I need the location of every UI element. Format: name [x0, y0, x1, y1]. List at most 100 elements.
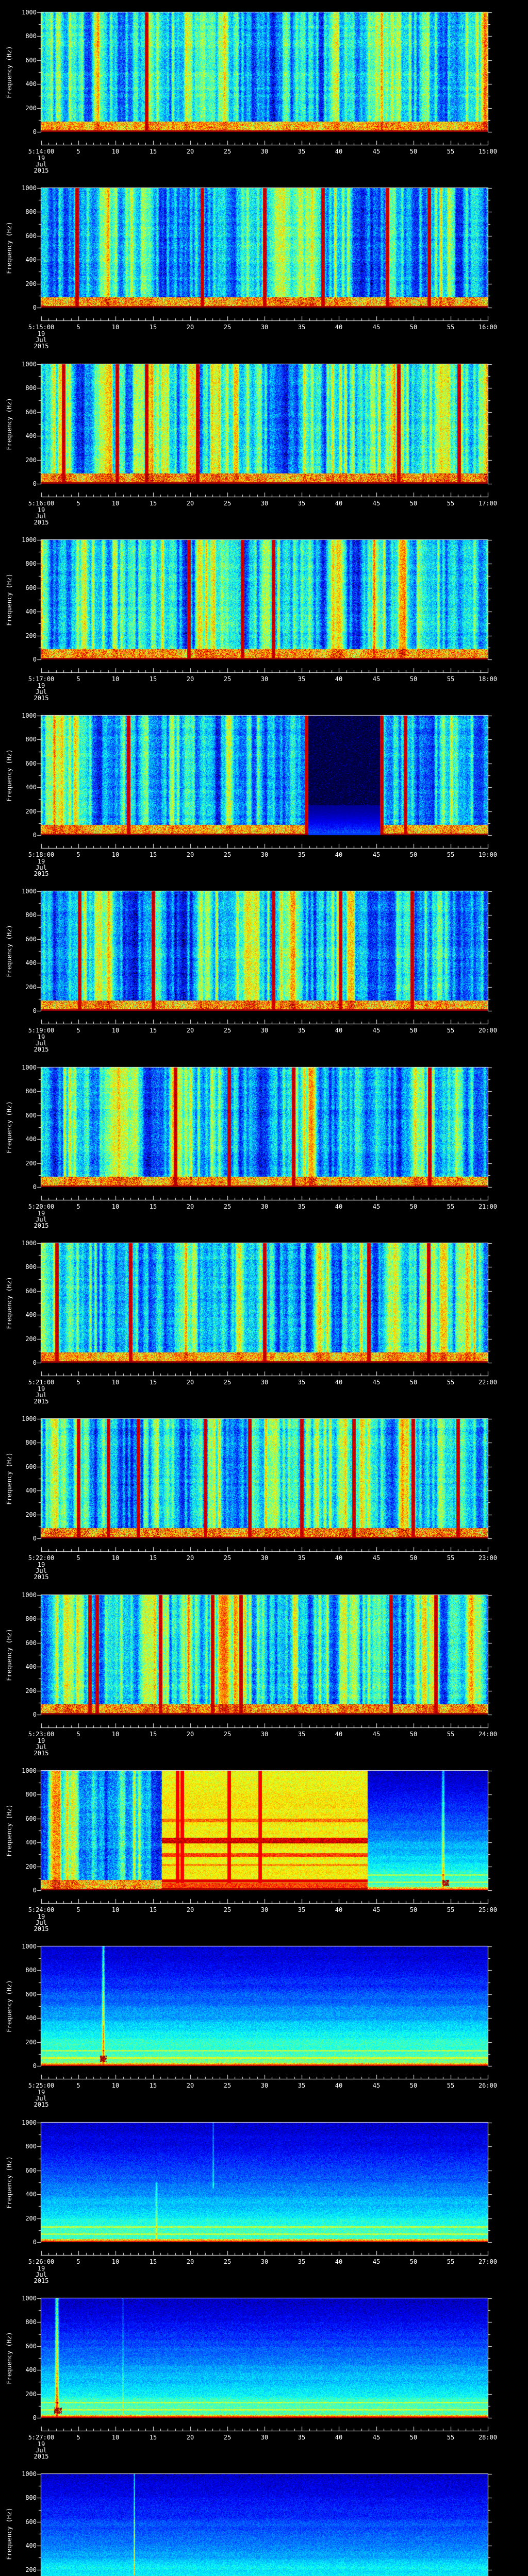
x-minute-label: 15 [150, 2434, 157, 2441]
x-end-time-label: 26:00 [478, 2082, 497, 2089]
x-start-time-label: 5:19:00 [28, 1027, 55, 1033]
date-year: 2015 [34, 1223, 49, 1229]
y-axis-title: Frequency (Hz) [6, 1277, 12, 1329]
x-minute-label: 5 [76, 2259, 80, 2265]
spectrogram-panel: 02004006008001000Frequency (Hz)5:27:0019… [0, 2286, 528, 2462]
y-tick-label: 0 [13, 1711, 37, 1718]
x-minute-label: 15 [150, 500, 157, 506]
y-tick-label: 200 [13, 105, 37, 111]
y-tick-label: 400 [13, 1487, 37, 1494]
date-year: 2015 [34, 695, 49, 701]
x-minute-label: 30 [261, 676, 268, 682]
x-minute-label: 55 [447, 148, 454, 155]
x-minute-label: 15 [150, 1731, 157, 1737]
x-minute-label: 40 [335, 1907, 342, 1913]
x-minute-label: 15 [150, 2082, 157, 2089]
y-tick-label: 400 [13, 2543, 37, 2549]
y-tick-label: 200 [13, 984, 37, 990]
spectrogram-panel: 02004006008001000Frequency (Hz)5:25:0019… [0, 1934, 528, 2110]
y-tick-label: 200 [13, 1336, 37, 1342]
x-minute-label: 20 [187, 2259, 194, 2265]
spectrogram-panel: 02004006008001000Frequency (Hz)5:26:0019… [0, 2110, 528, 2286]
x-minute-label: 55 [447, 676, 454, 682]
x-minute-label: 40 [335, 852, 342, 858]
spectrogram-panel: 02004006008001000Frequency (Hz)5:21:0019… [0, 1231, 528, 1406]
x-minute-label: 20 [187, 148, 194, 155]
x-minute-label: 30 [261, 852, 268, 858]
y-axis-title: Frequency (Hz) [6, 1804, 12, 1856]
x-minute-label: 25 [224, 1379, 231, 1385]
x-minute-label: 35 [298, 1379, 305, 1385]
x-minute-label: 5 [76, 1907, 80, 1913]
x-minute-label: 55 [447, 1555, 454, 1561]
x-minute-label: 35 [298, 1907, 305, 1913]
y-tick-label: 800 [13, 1791, 37, 1798]
x-end-time-label: 27:00 [478, 2259, 497, 2265]
y-tick-label: 1000 [13, 1943, 37, 1950]
y-tick-label: 1000 [13, 2471, 37, 2477]
spectrogram-canvas [0, 2462, 528, 2576]
x-minute-label: 25 [224, 2434, 231, 2441]
x-minute-label: 5 [76, 1555, 80, 1561]
date-year: 2015 [34, 1574, 49, 1580]
y-tick-label: 400 [13, 2191, 37, 2197]
x-minute-label: 35 [298, 1731, 305, 1737]
x-minute-label: 35 [298, 2259, 305, 2265]
x-start-time-label: 5:20:00 [28, 1204, 55, 1210]
x-minute-label: 10 [112, 2082, 119, 2089]
y-tick-label: 600 [13, 760, 37, 767]
y-tick-label: 1000 [13, 1240, 37, 1246]
y-tick-label: 0 [13, 1008, 37, 1014]
x-minute-label: 50 [410, 1204, 417, 1210]
x-minute-label: 40 [335, 324, 342, 330]
x-minute-label: 20 [187, 1907, 194, 1913]
x-minute-label: 15 [150, 324, 157, 330]
x-minute-label: 45 [373, 676, 380, 682]
x-minute-label: 15 [150, 2259, 157, 2265]
y-tick-label: 600 [13, 1112, 37, 1118]
date-year: 2015 [34, 167, 49, 174]
x-minute-label: 45 [373, 1204, 380, 1210]
y-tick-label: 1000 [13, 537, 37, 543]
y-tick-label: 200 [13, 2215, 37, 2222]
y-tick-label: 200 [13, 1512, 37, 1518]
y-tick-label: 800 [13, 385, 37, 391]
y-tick-label: 0 [13, 1535, 37, 1541]
y-tick-label: 400 [13, 257, 37, 263]
x-minute-label: 55 [447, 500, 454, 506]
x-minute-label: 50 [410, 500, 417, 506]
x-minute-label: 25 [224, 148, 231, 155]
x-minute-label: 15 [150, 1379, 157, 1385]
x-minute-label: 50 [410, 2259, 417, 2265]
spectrogram-panel: 02004006008001000Frequency (Hz)5:19:0019… [0, 879, 528, 1055]
x-minute-label: 20 [187, 1027, 194, 1033]
x-minute-label: 15 [150, 852, 157, 858]
x-end-time-label: 25:00 [478, 1907, 497, 1913]
x-minute-label: 10 [112, 1027, 119, 1033]
y-tick-label: 800 [13, 736, 37, 742]
x-minute-label: 45 [373, 1027, 380, 1033]
y-tick-label: 1000 [13, 1064, 37, 1071]
spectrogram-panel: 02004006008001000Frequency (Hz)5:22:0019… [0, 1406, 528, 1583]
x-minute-label: 35 [298, 1555, 305, 1561]
y-tick-label: 0 [13, 2063, 37, 2069]
y-tick-label: 1000 [13, 1768, 37, 1774]
date-year: 2015 [34, 1046, 49, 1053]
x-minute-label: 30 [261, 1731, 268, 1737]
x-minute-label: 50 [410, 148, 417, 155]
x-minute-label: 20 [187, 1379, 194, 1385]
x-minute-label: 50 [410, 1555, 417, 1561]
x-minute-label: 5 [76, 852, 80, 858]
date-year: 2015 [34, 1398, 49, 1404]
y-axis-title: Frequency (Hz) [6, 573, 12, 625]
x-minute-label: 5 [76, 676, 80, 682]
x-minute-label: 35 [298, 500, 305, 506]
x-minute-label: 35 [298, 852, 305, 858]
x-minute-label: 20 [187, 324, 194, 330]
y-axis-title: Frequency (Hz) [6, 2507, 12, 2560]
x-end-time-label: 23:00 [478, 1555, 497, 1561]
x-minute-label: 15 [150, 1907, 157, 1913]
x-minute-label: 5 [76, 1731, 80, 1737]
y-axis-title: Frequency (Hz) [6, 398, 12, 450]
y-tick-label: 800 [13, 1088, 37, 1094]
